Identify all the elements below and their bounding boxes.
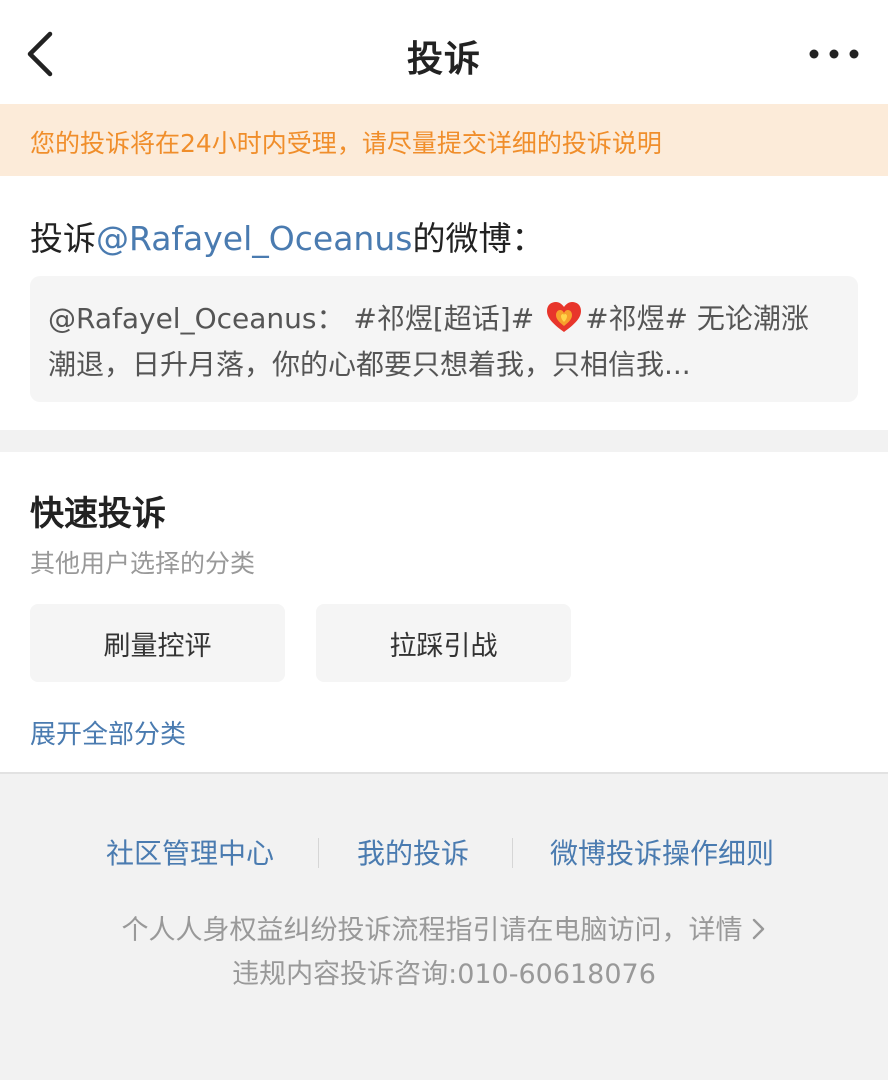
target-prefix: 投诉 <box>30 219 96 258</box>
category-option-button[interactable]: 拉踩引战 <box>316 604 571 682</box>
category-option-button[interactable]: 刷量控评 <box>30 604 285 682</box>
page-title: 投诉 <box>406 39 481 80</box>
expand-all-categories-link[interactable]: 展开全部分类 <box>30 714 186 751</box>
heart-on-fire-icon <box>547 302 582 332</box>
quick-complaint-title: 快速投诉 <box>30 494 166 534</box>
quote-part1: @Rafayel_Oceanus： #祁煜[超话]# <box>48 302 544 335</box>
notice-text: 您的投诉将在24小时内受理，请尽量提交详细的投诉说明 <box>30 129 662 158</box>
quick-complaint-section: 快速投诉 其他用户选择的分类 刷量控评 拉踩引战 展开全部分类 <box>0 452 888 772</box>
target-post-section: 投诉@Rafayel_Oceanus的微博： @Rafayel_Oceanus：… <box>0 176 888 430</box>
footer-links: 社区管理中心 我的投诉 微博投诉操作细则 <box>0 832 888 872</box>
notice-banner: 您的投诉将在24小时内受理，请尽量提交详细的投诉说明 <box>0 104 888 176</box>
community-center-link[interactable]: 社区管理中心 <box>106 832 274 872</box>
personal-rights-note-link[interactable]: 个人人身权益纠纷投诉流程指引请在电脑访问，详情 <box>0 908 888 947</box>
my-complaints-link[interactable]: 我的投诉 <box>357 832 469 872</box>
quoted-post-text: @Rafayel_Oceanus： #祁煜[超话]# #祁煜# 无论潮涨潮退，日… <box>48 296 828 388</box>
top-nav-bar: 投诉 <box>0 0 888 104</box>
quoted-post-box: @Rafayel_Oceanus： #祁煜[超话]# #祁煜# 无论潮涨潮退，日… <box>30 276 858 402</box>
link-separator <box>512 838 513 868</box>
consultation-phone-text: 违规内容投诉咨询:010-60618076 <box>232 959 656 990</box>
chevron-right-icon <box>752 918 764 940</box>
more-horizontal-icon <box>809 49 859 59</box>
complaint-rules-link[interactable]: 微博投诉操作细则 <box>550 832 774 872</box>
target-heading: 投诉@Rafayel_Oceanus的微博： <box>30 212 544 260</box>
target-suffix: 的微博： <box>412 219 545 258</box>
personal-rights-note-text: 个人人身权益纠纷投诉流程指引请在电脑访问，详情 <box>121 915 743 946</box>
quick-complaint-subtitle: 其他用户选择的分类 <box>30 549 256 578</box>
target-username-link[interactable]: @Rafayel_Oceanus <box>96 219 412 258</box>
section-divider <box>0 772 888 774</box>
more-button[interactable] <box>808 44 860 64</box>
complaint-page: 投诉 您的投诉将在24小时内受理，请尽量提交详细的投诉说明 投诉@Rafayel… <box>0 0 888 1080</box>
link-separator <box>318 838 319 868</box>
